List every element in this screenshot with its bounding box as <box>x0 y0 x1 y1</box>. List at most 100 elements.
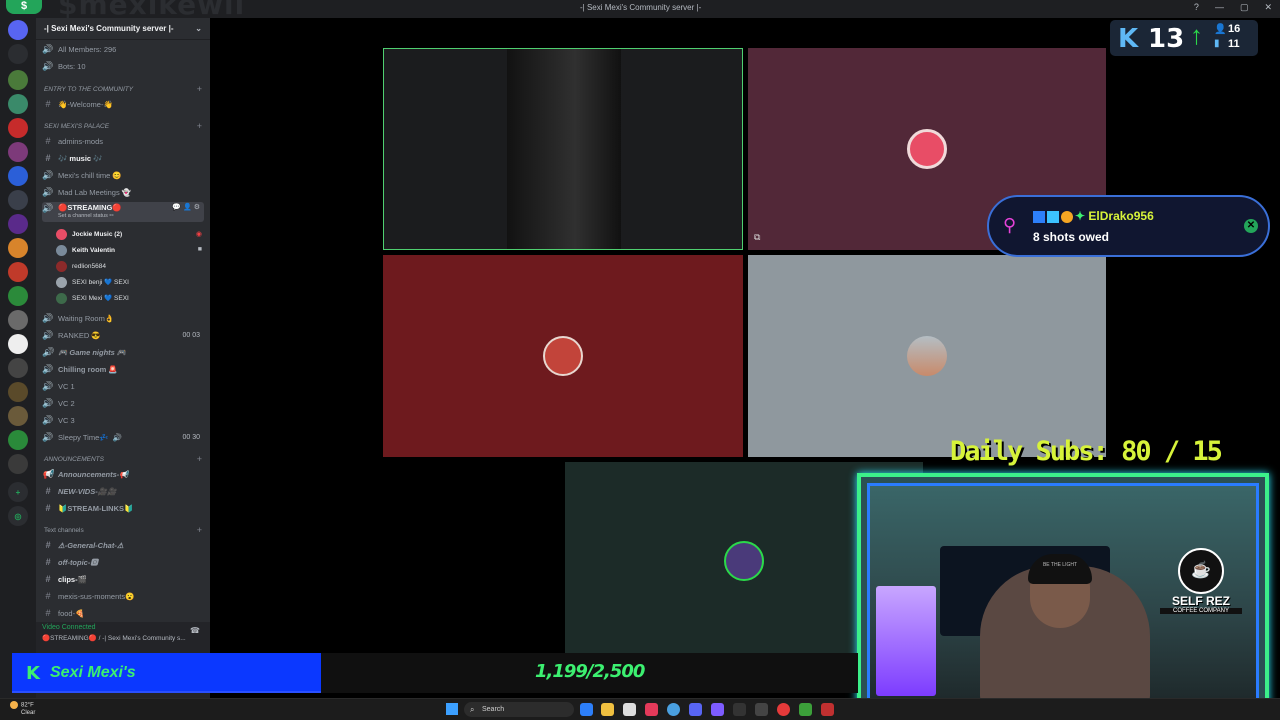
channel-announcements[interactable]: 📢 Announcements-📢 <box>42 467 128 481</box>
category-palace[interactable]: SEXI MEXI'S PALACE <box>44 123 109 130</box>
close-icon[interactable]: ✕ <box>1244 219 1258 233</box>
server-icon-13[interactable] <box>8 358 28 378</box>
add-channel-icon[interactable]: + <box>197 454 202 464</box>
channel-chilling[interactable]: 🔊 Chilling room 🚨 <box>42 362 117 376</box>
server-icon-11[interactable] <box>8 310 28 330</box>
server-icon-17[interactable] <box>8 454 28 474</box>
channel-vc1[interactable]: 🔊 VC 1 <box>42 379 74 393</box>
channel-welcome[interactable]: # 👋-Welcome-👋 <box>42 97 112 111</box>
sub-goal-fill: K Sexi Mexi's <box>12 653 321 693</box>
category-text[interactable]: Text channels <box>44 527 84 534</box>
app-icon[interactable] <box>755 703 768 716</box>
channel-stream-links[interactable]: # 🔰STREAM-LINKS🔰 <box>42 501 133 515</box>
badge-icon <box>1033 210 1045 223</box>
copilot-icon[interactable] <box>580 703 593 716</box>
voice-user[interactable]: SEXI benji 💙 SEXI <box>56 275 129 289</box>
channel-ranked[interactable]: 🔊 RANKED 😎 00 03 <box>42 328 204 342</box>
server-icon-16[interactable] <box>8 430 28 450</box>
avatar <box>724 541 764 581</box>
channel-madlab[interactable]: 🔊 Mad Lab Meetings 👻 <box>42 185 131 199</box>
channel-food[interactable]: # food-🍕 <box>42 606 84 620</box>
server-icon-6[interactable] <box>8 190 28 210</box>
category-entry[interactable]: ENTRY TO THE COMMUNITY <box>44 86 133 93</box>
server-icon-15[interactable] <box>8 406 28 426</box>
disconnect-icon[interactable]: ☎ <box>190 626 200 635</box>
channel-off-topic[interactable]: # off-topic-🅾 <box>42 555 97 569</box>
channel-vc2[interactable]: 🔊 VC 2 <box>42 396 74 410</box>
discord-home-icon[interactable] <box>8 20 28 40</box>
server-icon-1[interactable] <box>8 70 28 90</box>
channel-sus[interactable]: # mexis-sus-moments😮 <box>42 589 134 603</box>
server-header[interactable]: -| Sexi Mexi's Community server |- ⌄ <box>36 18 210 40</box>
video-tile-benji[interactable] <box>748 255 1106 457</box>
channel-streaming[interactable]: 🔊 🔴STREAMING🔴 Set a channel status ✏ 💬 👤… <box>42 202 204 222</box>
cashtag-badge: $ <box>6 0 42 14</box>
discord-icon[interactable] <box>689 703 702 716</box>
weather-widget[interactable]: 82°F Clear <box>10 701 35 717</box>
voice-user[interactable]: Jockie Music (2) <box>56 227 122 241</box>
add-channel-icon[interactable]: + <box>197 525 202 535</box>
minimize-button[interactable]: — <box>1215 2 1224 13</box>
video-tile-redlion[interactable] <box>383 255 743 457</box>
voice-channel-name[interactable]: 🔴STREAMING🔴 / -| Sexi Mexi's Community s… <box>42 634 186 642</box>
app-icon[interactable] <box>711 703 724 716</box>
channel-game-nights[interactable]: 🔊 🎮 Game nights 🎮 <box>42 345 126 359</box>
goal-progress: 1,199/2,500 <box>535 661 645 682</box>
windows-start-icon[interactable] <box>446 703 458 715</box>
avatar <box>56 228 67 240</box>
channel-status[interactable]: Set a channel status ✏ <box>58 213 114 219</box>
add-channel-icon[interactable]: + <box>197 84 202 94</box>
popout-icon[interactable]: ⧉ <box>754 232 760 243</box>
channel-settings-icon[interactable]: 💬 👤 ⚙ <box>172 203 200 211</box>
add-server-icon[interactable]: + <box>8 482 28 502</box>
discover-icon[interactable]: ◎ <box>8 506 28 526</box>
server-icon-7[interactable] <box>8 214 28 234</box>
inbox-icon[interactable] <box>8 44 28 64</box>
voice-user[interactable]: Keith Valentin <box>56 243 115 257</box>
video-tile-camera[interactable] <box>383 48 743 250</box>
channel-clips[interactable]: # clips-🎬 <box>42 572 86 586</box>
badge-icon <box>1061 210 1073 223</box>
app-icon[interactable] <box>799 703 812 716</box>
channel-admins[interactable]: # admins-mods <box>42 134 103 148</box>
maximize-button[interactable]: ▢ <box>1240 2 1249 13</box>
pc-tower <box>876 586 936 696</box>
server-icon-3[interactable] <box>8 118 28 138</box>
speaker-icon: 🔊 <box>42 169 54 180</box>
server-icon-5[interactable] <box>8 166 28 186</box>
taskbar-search[interactable]: ⌕ Search <box>464 702 574 717</box>
music-app-icon[interactable] <box>645 703 658 716</box>
add-channel-icon[interactable]: + <box>197 121 202 131</box>
app-icon[interactable] <box>777 703 790 716</box>
user-limit: 00 03 <box>182 331 200 339</box>
voice-user[interactable]: redlion5684 <box>56 259 106 273</box>
channel-music[interactable]: # 🎶 music 🎶 <box>42 151 102 165</box>
channel-new-vids[interactable]: # NEW-VIDS-🎥🎥 <box>42 484 116 498</box>
channel-sleepy[interactable]: 🔊 Sleepy Time💤 🔊 00 30 <box>42 430 204 444</box>
app-icon[interactable] <box>821 703 834 716</box>
channel-vc3[interactable]: 🔊 VC 3 <box>42 413 74 427</box>
speaker-icon: 🔊 <box>42 329 54 340</box>
voice-user[interactable]: SEXI Mexi 💙 SEXI <box>56 291 129 305</box>
channel-general[interactable]: # ⚠-General-Chat-⚠ <box>42 538 123 552</box>
chrome-icon[interactable] <box>667 703 680 716</box>
user-limit: 00 30 <box>182 433 200 441</box>
server-icon-12[interactable] <box>8 334 28 354</box>
bar-chart-icon: ▮ <box>1214 38 1220 49</box>
server-icon-2[interactable] <box>8 94 28 114</box>
store-icon[interactable] <box>623 703 636 716</box>
category-announcements[interactable]: ANNOUNCEMENTS <box>44 456 104 463</box>
server-icon-8[interactable] <box>8 238 28 258</box>
channel-waiting[interactable]: 🔊 Waiting Room👌 <box>42 311 114 325</box>
server-icon-4[interactable] <box>8 142 28 162</box>
avatar <box>543 336 583 376</box>
file-explorer-icon[interactable] <box>601 703 614 716</box>
server-icon-14[interactable] <box>8 382 28 402</box>
camera-feed <box>507 49 621 249</box>
server-icon-10[interactable] <box>8 286 28 306</box>
server-icon-9[interactable] <box>8 262 28 282</box>
close-button[interactable]: ✕ <box>1264 2 1272 13</box>
obs-icon[interactable] <box>733 703 746 716</box>
channel-chill[interactable]: 🔊 Mexi's chill time 😊 <box>42 168 121 182</box>
help-icon[interactable]: ? <box>1194 2 1199 13</box>
